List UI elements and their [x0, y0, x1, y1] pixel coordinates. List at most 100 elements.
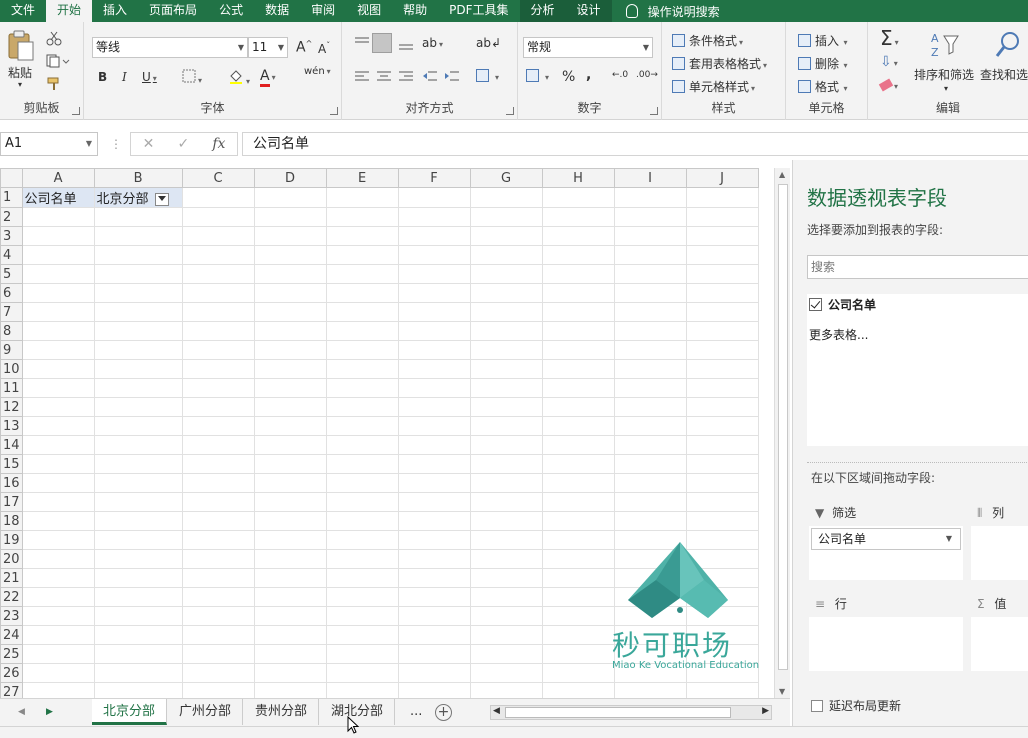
cell[interactable] — [93, 435, 183, 455]
accounting-format-button[interactable]: ▾ — [526, 69, 549, 83]
column-header[interactable]: G — [469, 168, 543, 188]
cell[interactable] — [21, 207, 95, 227]
cell[interactable] — [325, 187, 399, 208]
row-header[interactable]: 13 — [0, 416, 23, 436]
fill-color-button[interactable]: ▾ — [228, 68, 250, 87]
row-header[interactable]: 26 — [0, 663, 23, 683]
cell[interactable] — [21, 511, 95, 531]
scroll-down-icon[interactable]: ▼ — [779, 687, 785, 696]
cell[interactable] — [181, 587, 255, 607]
cell[interactable] — [469, 492, 543, 512]
row-header[interactable]: 21 — [0, 568, 23, 588]
cell[interactable] — [685, 416, 759, 436]
row-header[interactable]: 10 — [0, 359, 23, 379]
delete-cells-button[interactable]: 删除 ▾ — [798, 55, 848, 72]
cell[interactable] — [253, 245, 327, 265]
cell[interactable] — [397, 473, 471, 493]
row-header[interactable]: 16 — [0, 473, 23, 493]
cell[interactable] — [397, 454, 471, 474]
cell[interactable] — [253, 625, 327, 645]
sort-filter-icon[interactable]: A Z — [930, 30, 960, 60]
cell[interactable] — [397, 340, 471, 360]
cell[interactable] — [253, 435, 327, 455]
cell[interactable] — [253, 530, 327, 550]
add-sheet-button[interactable]: + — [435, 704, 452, 721]
cell[interactable] — [21, 226, 95, 246]
previous-sheet-icon[interactable]: ◀ — [18, 707, 25, 717]
cell[interactable] — [397, 187, 471, 208]
cell[interactable] — [541, 454, 615, 474]
cell[interactable] — [325, 587, 399, 607]
cell[interactable] — [469, 359, 543, 379]
cell[interactable] — [685, 435, 759, 455]
cell[interactable] — [181, 549, 255, 569]
cell[interactable] — [93, 378, 183, 398]
cell[interactable] — [325, 663, 399, 683]
columns-drop-area[interactable] — [971, 526, 1028, 580]
cell[interactable] — [541, 187, 615, 208]
column-header[interactable]: J — [685, 168, 759, 188]
cell[interactable] — [469, 435, 543, 455]
clear-button[interactable]: ▾ — [878, 78, 898, 92]
cell[interactable] — [93, 416, 183, 436]
sort-filter-label[interactable]: 排序和筛选 — [914, 66, 974, 83]
cell[interactable] — [93, 245, 183, 265]
cell[interactable] — [685, 283, 759, 303]
cell[interactable] — [541, 549, 615, 569]
cell[interactable] — [541, 530, 615, 550]
cell[interactable] — [685, 207, 759, 227]
align-top-icon[interactable] — [354, 36, 370, 50]
cell[interactable] — [469, 606, 543, 626]
row-header[interactable]: 24 — [0, 625, 23, 645]
cell[interactable] — [469, 587, 543, 607]
conditional-formatting-button[interactable]: 条件格式 ▾ — [672, 32, 743, 49]
cell[interactable] — [541, 264, 615, 284]
number-format-combo[interactable]: 常规 ▼ — [523, 37, 653, 58]
cell[interactable] — [685, 378, 759, 398]
cell[interactable] — [685, 492, 759, 512]
tab-page-layout[interactable]: 页面布局 — [138, 0, 208, 22]
tab-review[interactable]: 审阅 — [300, 0, 346, 22]
cell[interactable] — [613, 264, 687, 284]
cell[interactable] — [325, 625, 399, 645]
cell[interactable] — [93, 568, 183, 588]
more-tables-link[interactable]: 更多表格... — [809, 326, 868, 343]
cell[interactable] — [181, 187, 255, 208]
cell[interactable] — [541, 663, 615, 683]
cell[interactable] — [469, 568, 543, 588]
cell[interactable] — [685, 397, 759, 417]
cut-icon[interactable] — [46, 30, 62, 46]
cell[interactable] — [397, 625, 471, 645]
cell[interactable] — [253, 397, 327, 417]
cell[interactable] — [181, 340, 255, 360]
cell[interactable] — [181, 530, 255, 550]
cell-b1-filter-value[interactable]: 北京分部 — [93, 187, 183, 208]
cell[interactable] — [397, 606, 471, 626]
cell[interactable] — [93, 264, 183, 284]
cell[interactable] — [21, 378, 95, 398]
row-header[interactable]: 23 — [0, 606, 23, 626]
cell[interactable] — [325, 245, 399, 265]
cell[interactable] — [469, 549, 543, 569]
cell[interactable] — [325, 435, 399, 455]
tab-view[interactable]: 视图 — [346, 0, 392, 22]
cell[interactable] — [21, 473, 95, 493]
cell[interactable] — [253, 340, 327, 360]
cell[interactable] — [613, 187, 687, 208]
cell[interactable] — [181, 492, 255, 512]
cell[interactable] — [397, 644, 471, 664]
cell[interactable] — [613, 397, 687, 417]
cell[interactable] — [325, 302, 399, 322]
cell[interactable] — [93, 397, 183, 417]
cell[interactable] — [21, 530, 95, 550]
cell[interactable] — [253, 283, 327, 303]
cell[interactable] — [397, 207, 471, 227]
cell[interactable] — [181, 416, 255, 436]
formula-input[interactable]: 公司名单 — [242, 132, 1028, 156]
cell[interactable] — [397, 416, 471, 436]
row-header[interactable]: 4 — [0, 245, 23, 265]
pivot-field-item[interactable]: 公司名单 — [809, 296, 876, 313]
cell[interactable] — [21, 682, 95, 698]
cell[interactable] — [613, 302, 687, 322]
cell[interactable] — [93, 549, 183, 569]
